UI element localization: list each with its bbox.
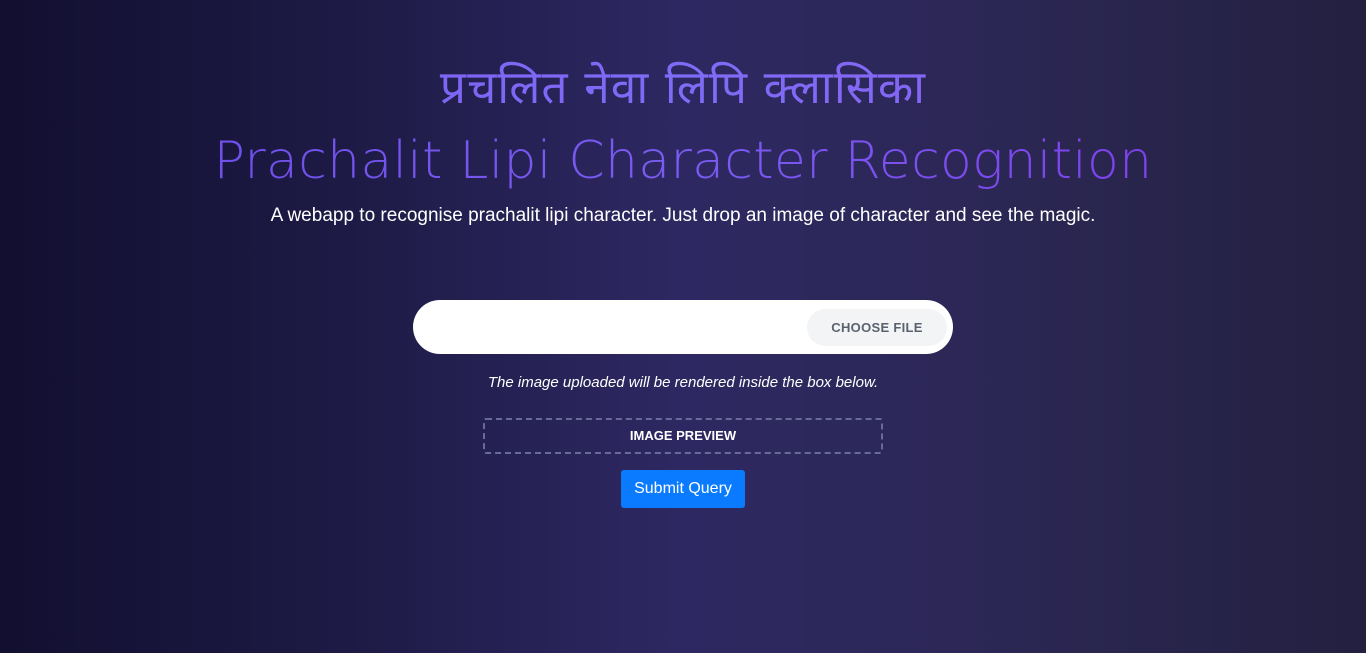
choose-file-button[interactable]: CHOOSE FILE [807,309,947,346]
image-preview-box: IMAGE PREVIEW [483,418,883,454]
page-title: Prachalit Lipi Character Recognition [0,128,1366,194]
native-script-title: प्रचलित नेवा लिपि क्लासिका [0,52,1366,122]
upload-hint-text: The image uploaded will be rendered insi… [487,374,879,391]
submit-query-button[interactable]: Submit Query [621,470,745,508]
page-subtitle: A webapp to recognise prachalit lipi cha… [270,205,1096,226]
file-upload-input[interactable]: CHOOSE FILE [413,300,953,354]
image-preview-label: IMAGE PREVIEW [629,428,737,443]
